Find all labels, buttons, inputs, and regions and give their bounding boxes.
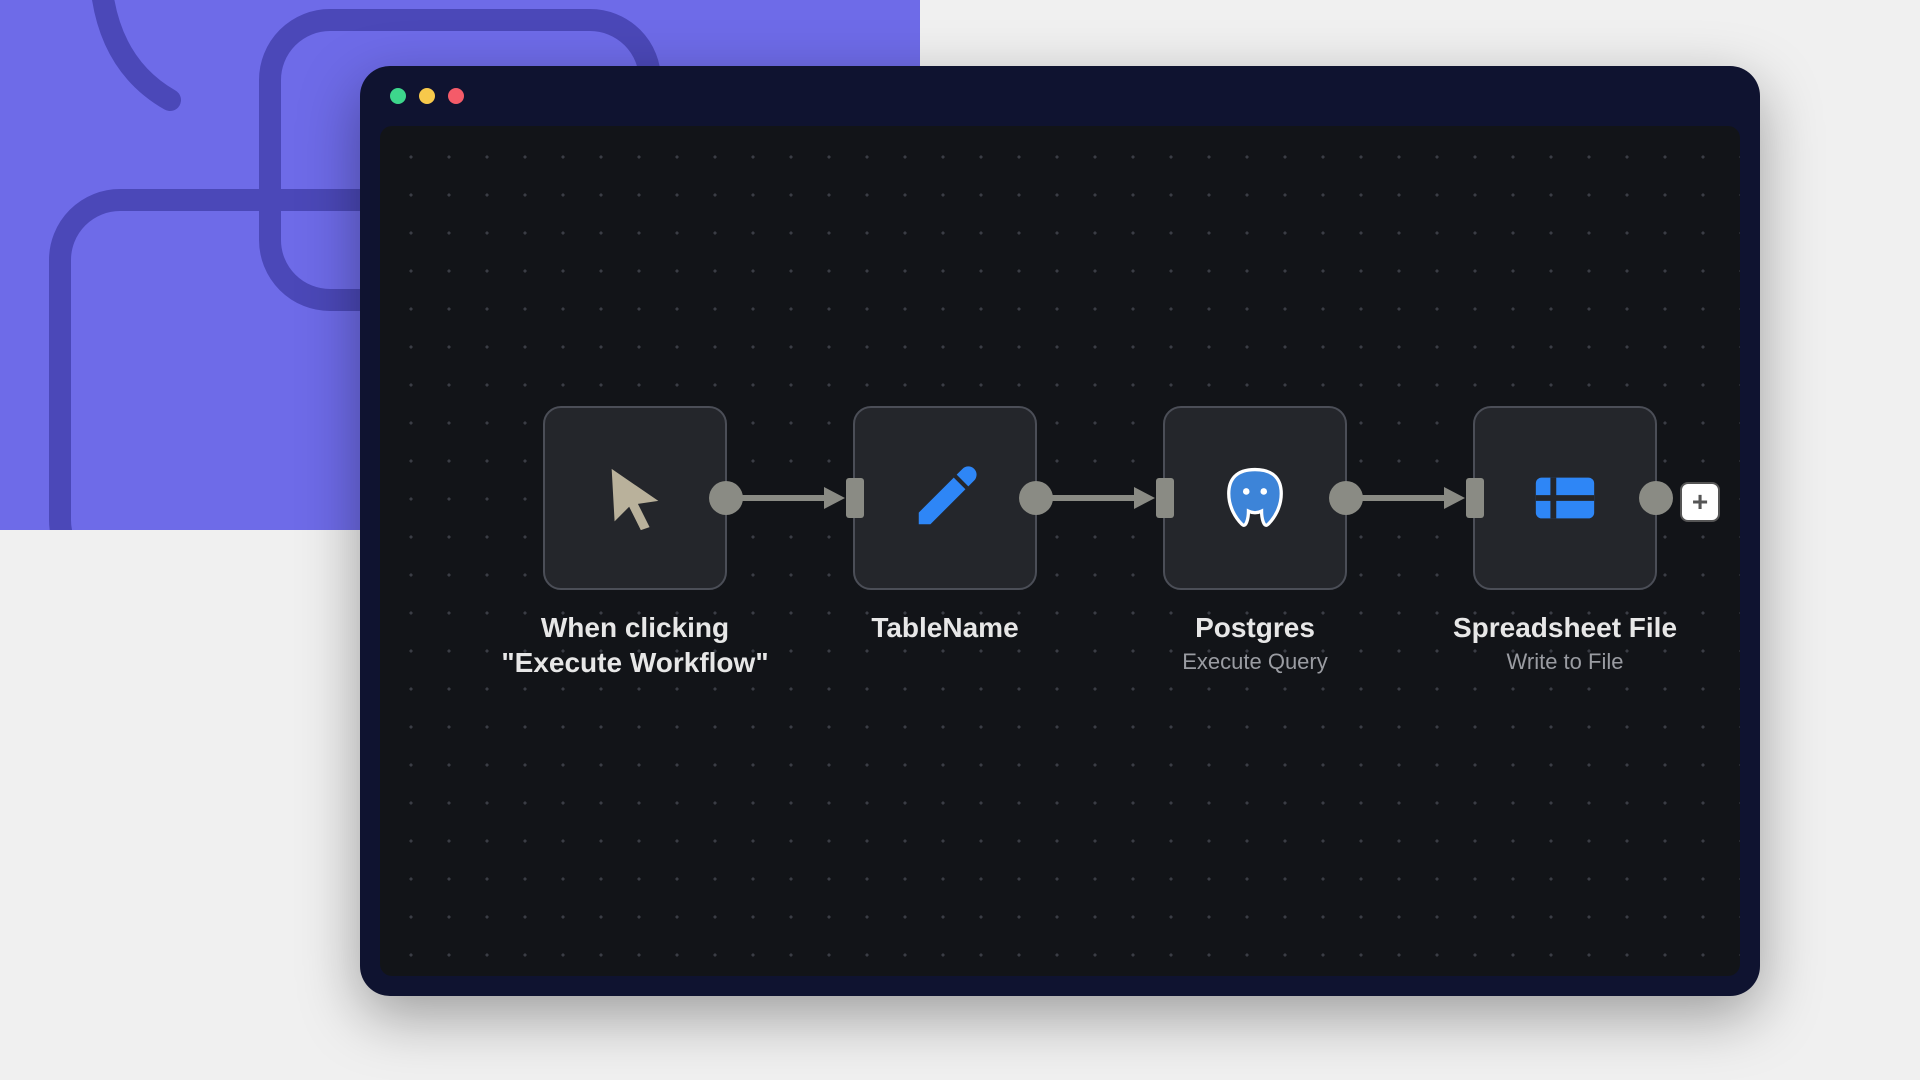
node-subtitle: Execute Query xyxy=(1115,649,1395,675)
pencil-icon xyxy=(910,463,980,533)
add-node-button[interactable]: + xyxy=(1680,482,1720,522)
window-zoom-button[interactable] xyxy=(448,88,464,104)
node-title: When clicking "Execute Workflow" xyxy=(495,610,775,680)
workflow-flow: When clicking "Execute Workflow" TableNa xyxy=(485,406,1720,684)
workflow-node: When clicking "Execute Workflow" xyxy=(485,406,785,684)
app-window: When clicking "Execute Workflow" TableNa xyxy=(360,66,1760,996)
spreadsheet-icon xyxy=(1530,463,1600,533)
edge xyxy=(1405,406,1415,590)
node-title: TableName xyxy=(805,610,1085,645)
edge xyxy=(785,406,795,590)
window-minimize-button[interactable] xyxy=(419,88,435,104)
node-title: Spreadsheet File xyxy=(1425,610,1705,645)
postgres-icon xyxy=(1220,463,1290,533)
window-close-button[interactable] xyxy=(390,88,406,104)
window-titlebar xyxy=(360,66,1760,126)
edge xyxy=(1095,406,1105,590)
plus-icon: + xyxy=(1692,486,1708,518)
port-in[interactable] xyxy=(1156,478,1174,518)
node-subtitle: Write to File xyxy=(1425,649,1705,675)
workflow-node: Spreadsheet File Write to File xyxy=(1415,406,1715,675)
cursor-icon xyxy=(600,463,670,533)
workflow-node-box[interactable] xyxy=(1473,406,1657,590)
workflow-node-box[interactable] xyxy=(543,406,727,590)
node-title: Postgres xyxy=(1115,610,1395,645)
port-in[interactable] xyxy=(1466,478,1484,518)
workflow-node: TableName xyxy=(795,406,1095,649)
port-out[interactable] xyxy=(1639,481,1673,515)
workflow-node-box[interactable] xyxy=(1163,406,1347,590)
port-in[interactable] xyxy=(846,478,864,518)
workflow-node-box[interactable] xyxy=(853,406,1037,590)
workflow-node: Postgres Execute Query xyxy=(1105,406,1405,675)
workflow-canvas[interactable]: When clicking "Execute Workflow" TableNa xyxy=(380,126,1740,976)
